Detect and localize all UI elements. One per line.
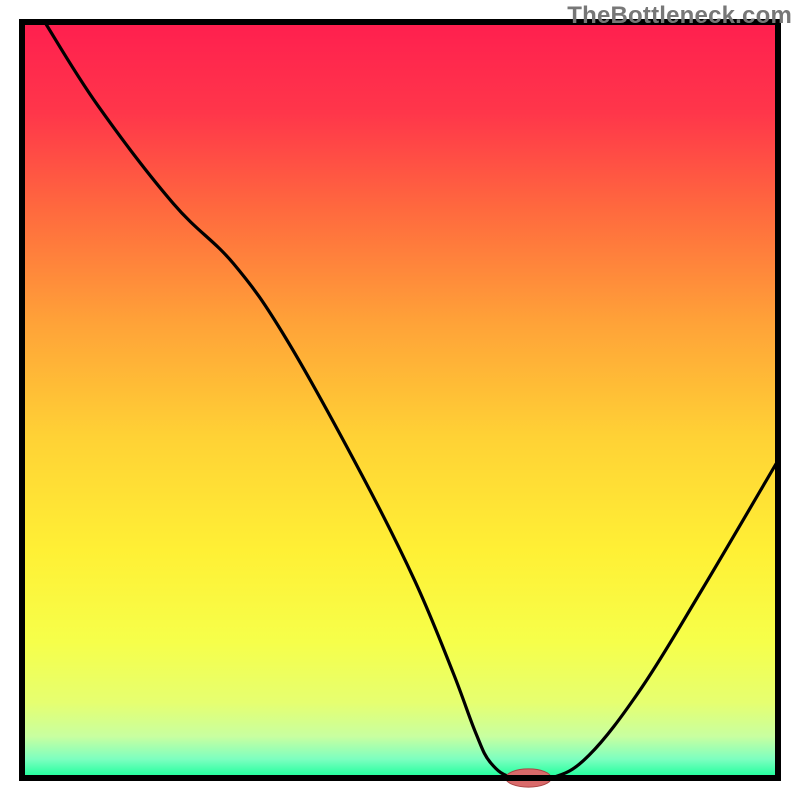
watermark-text: TheBottleneck.com [567, 2, 792, 30]
plot-background [22, 22, 778, 778]
chart-svg [0, 0, 800, 800]
chart-canvas: TheBottleneck.com [0, 0, 800, 800]
